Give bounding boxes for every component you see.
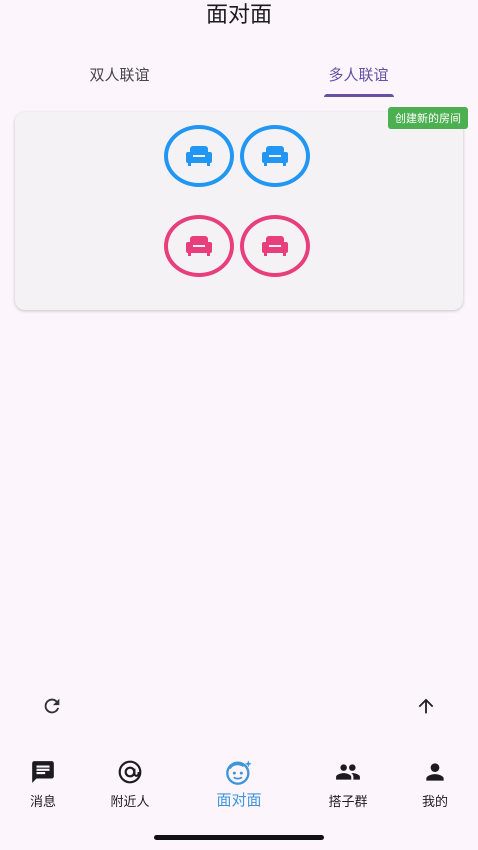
- at-icon: [118, 760, 142, 784]
- nav-label-me: 我的: [421, 795, 448, 810]
- sofa-icon: [262, 146, 288, 166]
- sofa-icon: [186, 146, 212, 166]
- nav-item-face-to-face[interactable]: 面对面: [199, 745, 279, 815]
- arrow-up-icon: [418, 698, 434, 714]
- nav-label-nearby: 附近人: [110, 795, 150, 810]
- seat-male-2[interactable]: [240, 125, 310, 187]
- tab-pair-match[interactable]: 双人联谊: [0, 50, 239, 98]
- tab-indicator: [324, 94, 394, 97]
- seat-female-2[interactable]: [240, 215, 310, 277]
- nav-label-face-to-face: 面对面: [216, 791, 262, 809]
- nav-item-groups[interactable]: 搭子群: [308, 745, 388, 815]
- nav-item-me[interactable]: 我的: [395, 745, 475, 815]
- page-title: 面对面: [205, 3, 272, 28]
- tab-group-match[interactable]: 多人联谊: [239, 50, 478, 98]
- sofa-icon: [262, 236, 288, 256]
- seat-female-1[interactable]: [164, 215, 234, 277]
- nav-item-messages[interactable]: 消息: [3, 745, 83, 815]
- tab-bar: 双人联谊 多人联谊: [0, 50, 478, 100]
- scroll-top-button[interactable]: [410, 690, 442, 722]
- group-icon: [336, 764, 360, 780]
- nav-item-nearby[interactable]: 附近人: [90, 745, 170, 815]
- refresh-icon: [44, 698, 60, 714]
- seat-male-1[interactable]: [164, 125, 234, 187]
- chat-icon: [32, 761, 54, 783]
- home-indicator: [154, 835, 324, 840]
- person-icon: [426, 763, 444, 781]
- sofa-icon: [186, 236, 212, 256]
- nav-label-groups: 搭子群: [328, 795, 368, 810]
- bottom-nav: 消息 附近人 面对面 搭子群 我的: [0, 745, 478, 825]
- nav-label-messages: 消息: [29, 795, 56, 810]
- create-room-button[interactable]: 创建新的房间: [388, 107, 468, 129]
- app-screen: 面对面 双人联谊 多人联谊 创建新的房间 消息 附近人 面对面 搭子群 我的: [0, 0, 478, 850]
- refresh-button[interactable]: [36, 690, 68, 722]
- face-icon: [226, 760, 252, 785]
- room-card[interactable]: [15, 112, 463, 310]
